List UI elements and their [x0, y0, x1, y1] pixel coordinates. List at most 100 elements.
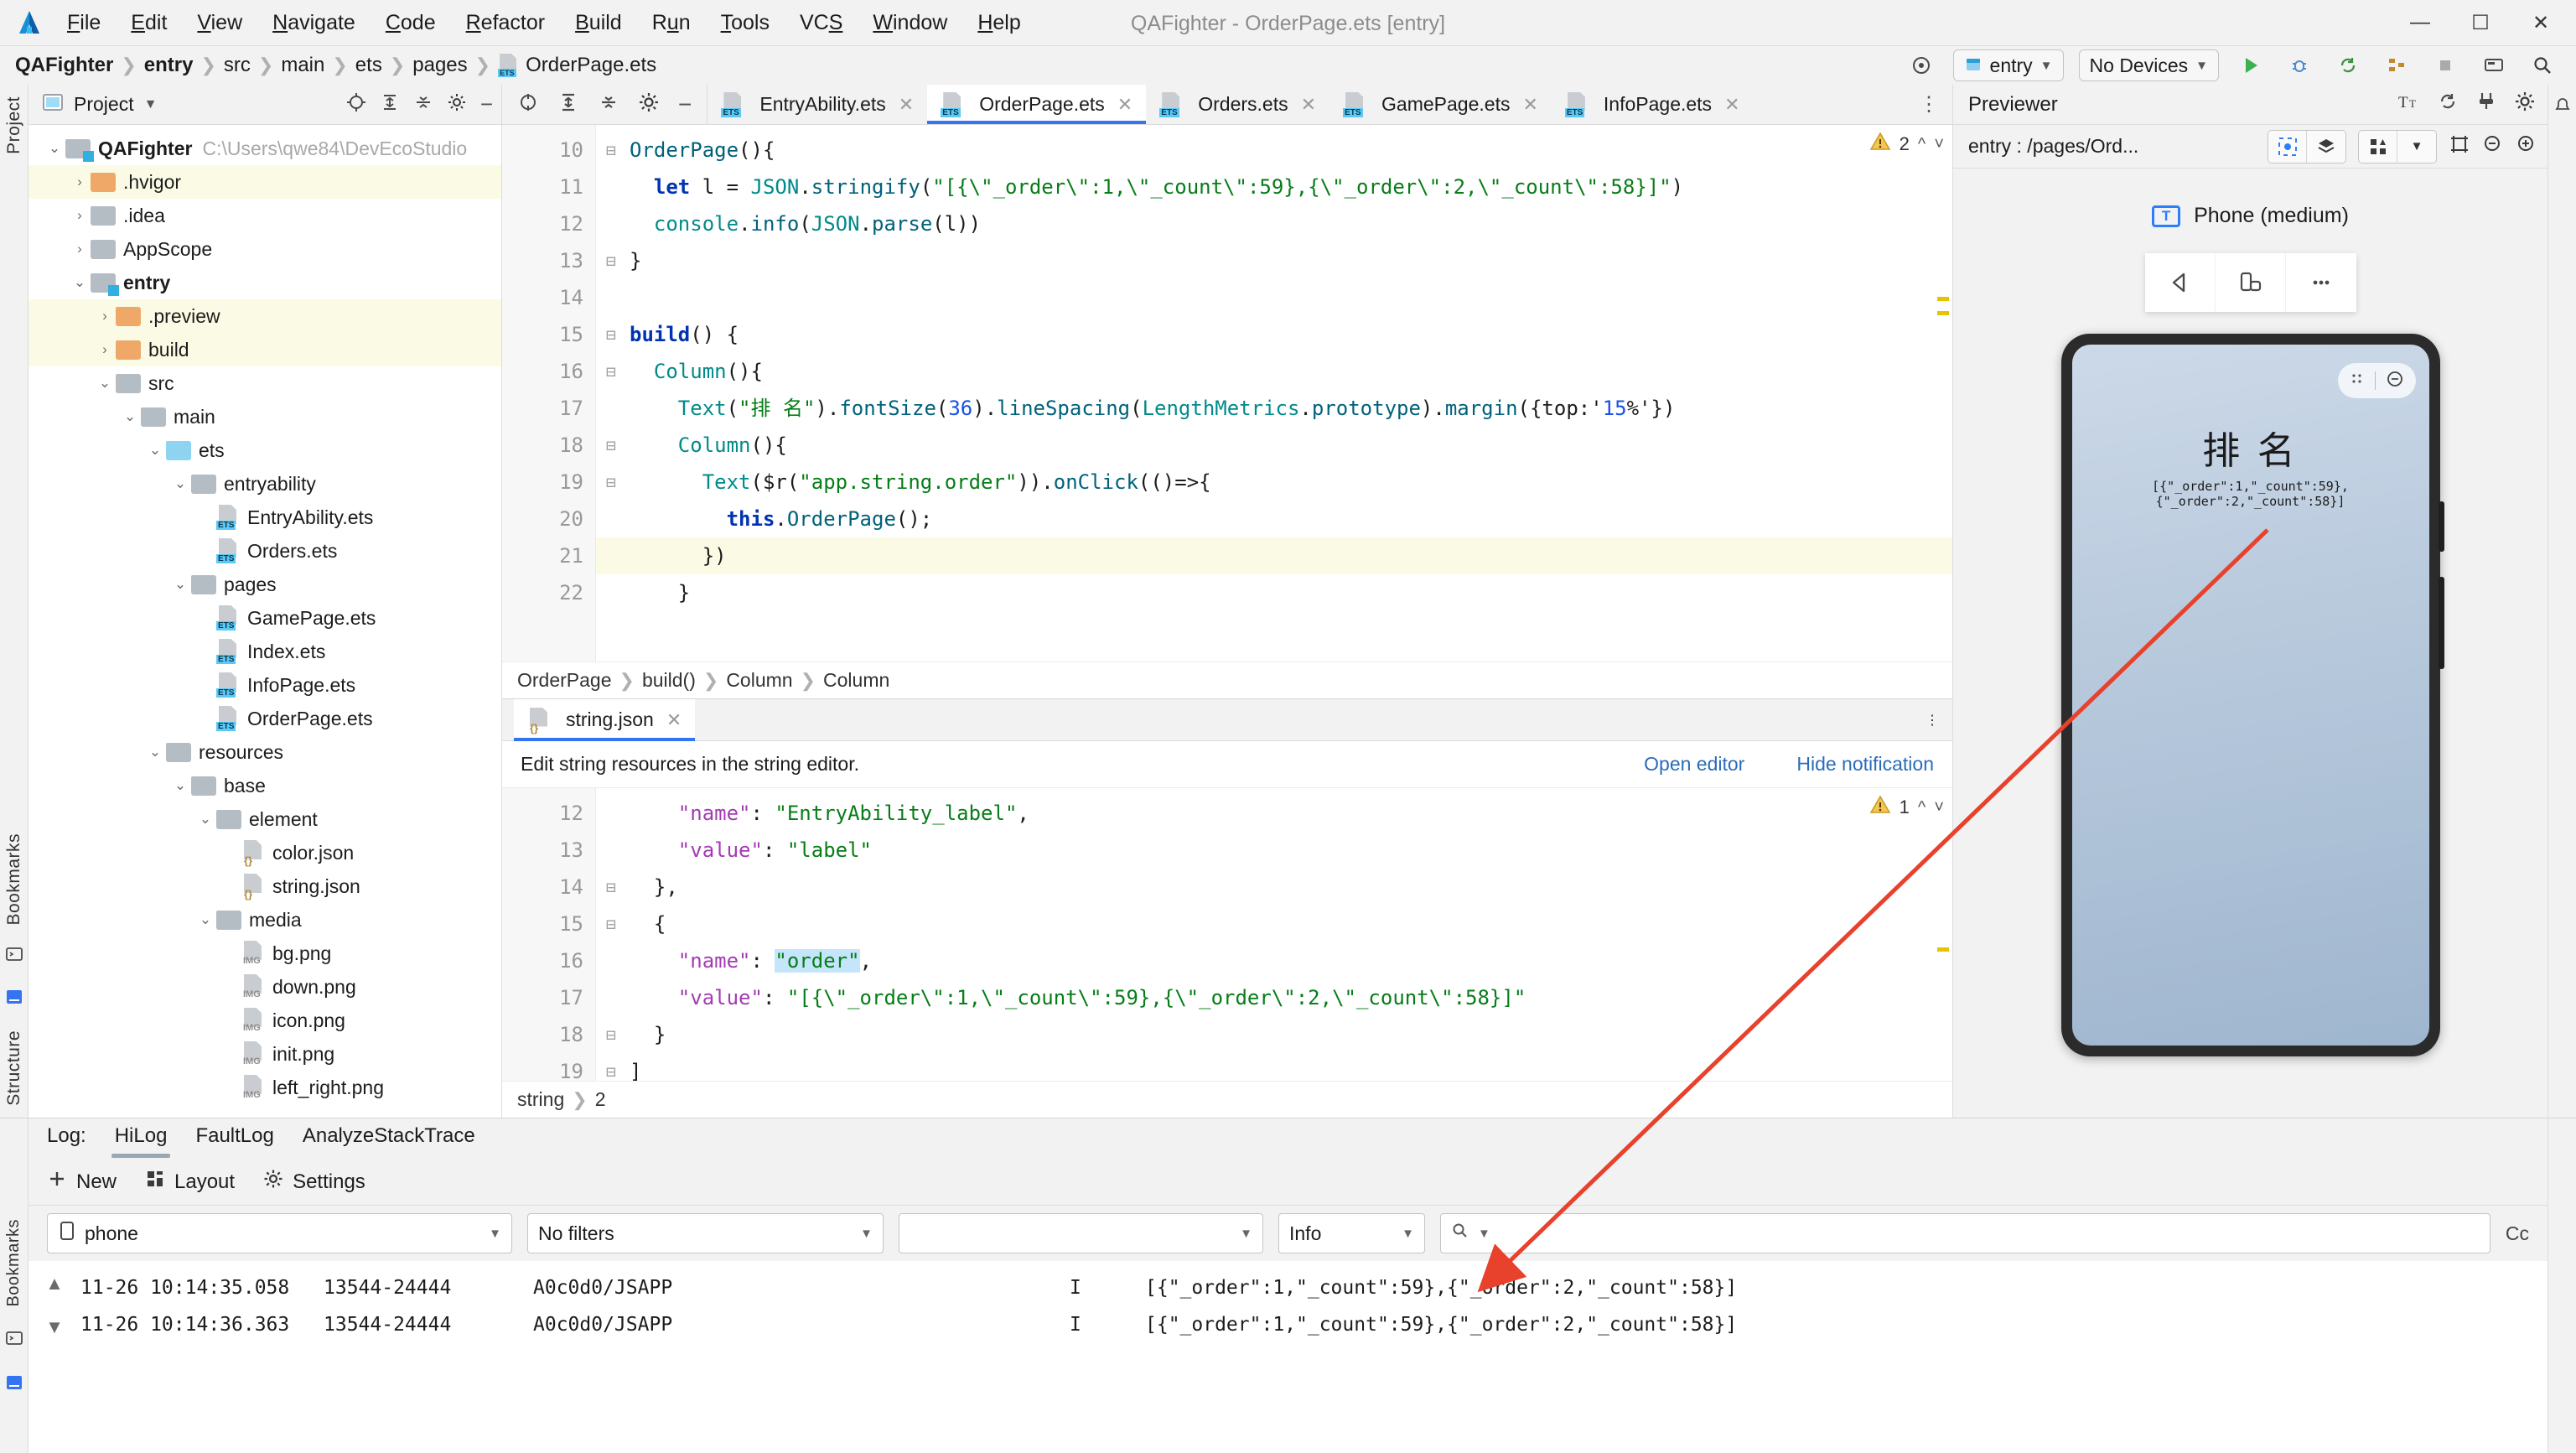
menu-navigate[interactable]: Navigate	[272, 11, 355, 35]
tree-item[interactable]: ⌄ base	[29, 769, 501, 802]
chevron-right-icon[interactable]: ›	[69, 207, 91, 224]
tree-item[interactable]: ETS Orders.ets	[29, 534, 501, 568]
code-lines[interactable]: OrderPage(){ let l = JSON.stringify("[{\…	[596, 125, 1952, 662]
chevron-down-icon[interactable]: ⌄	[169, 777, 191, 794]
tree-item[interactable]: › .preview	[29, 299, 501, 333]
json-code-line[interactable]: "value": "label"	[596, 832, 1952, 869]
menu-file[interactable]: File	[67, 11, 101, 35]
gear-icon[interactable]	[2514, 91, 2536, 118]
editor-tab[interactable]: ETS GamePage.ets ✕	[1329, 85, 1552, 124]
tree-item[interactable]: › build	[29, 333, 501, 366]
rail-structure-icon[interactable]	[5, 1373, 23, 1396]
menu-help[interactable]: Help	[977, 11, 1020, 35]
json-code-line[interactable]: "name": "EntryAbility_label",	[596, 795, 1952, 832]
rotate-device-button[interactable]	[2216, 253, 2286, 312]
tree-item[interactable]: › .idea	[29, 199, 501, 232]
close-tab-icon[interactable]: ✕	[1522, 94, 1537, 116]
close-tab-icon[interactable]: ✕	[1117, 94, 1133, 116]
tree-item[interactable]: ⌄ entry	[29, 266, 501, 299]
tree-item[interactable]: ⌄ resources	[29, 735, 501, 769]
close-tab-icon[interactable]: ✕	[1724, 94, 1739, 116]
zoom-in-icon[interactable]	[2516, 133, 2537, 160]
code-line[interactable]: })	[596, 537, 1952, 574]
log-search-input[interactable]: ▼	[1440, 1213, 2490, 1253]
rail-structure-icon[interactable]	[5, 988, 23, 1010]
chevron-right-icon[interactable]: ›	[94, 341, 116, 358]
chevron-down-icon[interactable]: ⌄	[94, 375, 116, 392]
open-file-tabs[interactable]: ETS EntryAbility.ets ✕ ETS OrderPage.ets ✕ ETS…	[707, 85, 1753, 124]
log-tab[interactable]: Log:	[47, 1124, 86, 1153]
level-select[interactable]: Info ▼	[1278, 1213, 1425, 1253]
chevron-down-icon[interactable]: ▼	[144, 97, 158, 112]
chevron-down-icon[interactable]: ⌄	[144, 744, 166, 760]
tree-item[interactable]: IMG left_right.png	[29, 1071, 501, 1104]
tree-item[interactable]: ⌄ pages	[29, 568, 501, 601]
json-code-view[interactable]: 12 13 14 ⊟ 15 ⊟ 16 17 18 ⊟ 19 ⊟ "name": "EntryAbili…	[502, 788, 1952, 1081]
project-tree[interactable]: ⌄ QAFighter C:\Users\qwe84\DevEcoStudio › .h…	[29, 125, 501, 1118]
chevron-down-icon[interactable]: ⌄	[44, 140, 65, 157]
close-button[interactable]: ✕	[2511, 0, 2571, 45]
menu-build[interactable]: Build	[575, 11, 622, 35]
prev-problem-icon[interactable]: ^	[1918, 135, 1926, 154]
code-line[interactable]: }	[596, 574, 1952, 611]
editor-tab[interactable]: ETS Orders.ets ✕	[1146, 85, 1329, 124]
breadcrumb-src[interactable]: src	[224, 54, 251, 77]
select-opened-file-icon[interactable]	[1905, 49, 1938, 81]
log-output[interactable]: ▲ ▼ 11-26 10:14:35.058 13544-24444 A0c0d0/…	[29, 1261, 2547, 1453]
chevron-down-icon[interactable]: ⌄	[194, 911, 216, 928]
chevron-down-icon[interactable]: ⌄	[194, 811, 216, 828]
tree-item[interactable]: ⌄ main	[29, 400, 501, 433]
maximize-button[interactable]: ☐	[2450, 0, 2511, 45]
device-manager-button[interactable]	[2477, 49, 2511, 81]
tree-item[interactable]: ⌄ entryability	[29, 467, 501, 501]
code-line[interactable]: }	[596, 242, 1952, 279]
code-line[interactable]: Column(){	[596, 353, 1952, 390]
json-code-line[interactable]: "value": "[{\"_order\":1,\"_count\":59},…	[596, 979, 1952, 1016]
inspector-icon[interactable]	[2268, 130, 2307, 163]
process-select[interactable]: ▼	[899, 1213, 1263, 1253]
json-crumb-1[interactable]: 2	[595, 1088, 606, 1111]
rail-structure-label[interactable]: Structure	[4, 1030, 24, 1106]
disconnect-icon[interactable]	[2475, 91, 2497, 118]
scroll-down-icon[interactable]: ▼	[45, 1316, 64, 1338]
chevron-down-icon[interactable]: ⌄	[144, 442, 166, 459]
phone-screen[interactable]: 排 名 [{"_order":1,"_count":59},{"_order":…	[2071, 345, 2429, 1046]
locate-file-icon[interactable]	[346, 92, 366, 117]
tree-item[interactable]: {} color.json	[29, 836, 501, 869]
tree-item[interactable]: IMG down.png	[29, 970, 501, 1004]
chevron-down-icon[interactable]: ▼	[2397, 130, 2436, 163]
json-crumb-0[interactable]: string	[517, 1088, 564, 1111]
minimize-button[interactable]: —	[2390, 0, 2450, 45]
structure-button[interactable]	[2380, 49, 2413, 81]
json-code-line[interactable]: }	[596, 1016, 1952, 1053]
tree-item[interactable]: ⌄ ets	[29, 433, 501, 467]
menu-tools[interactable]: Tools	[721, 11, 770, 35]
editor-tab[interactable]: ETS InfoPage.ets ✕	[1552, 85, 1754, 124]
search-icon[interactable]	[2526, 49, 2559, 81]
editor-tab[interactable]: ETS OrderPage.ets ✕	[927, 85, 1147, 124]
chevron-down-icon[interactable]: ⌄	[169, 475, 191, 492]
code-line[interactable]: this.OrderPage();	[596, 501, 1952, 537]
log-rows[interactable]: 11-26 10:14:35.058 13544-24444 A0c0d0/JSAP…	[80, 1261, 2547, 1453]
drag-handle-icon[interactable]	[2350, 371, 2365, 391]
tree-item[interactable]: {} string.json	[29, 869, 501, 903]
tree-item[interactable]: ETS InfoPage.ets	[29, 668, 501, 702]
sync-button[interactable]	[2331, 49, 2365, 81]
log-settings-button[interactable]: Settings	[263, 1169, 365, 1195]
floating-control-bar[interactable]	[2337, 363, 2416, 398]
rail-project-label[interactable]: Project	[4, 96, 24, 154]
device-filter-select[interactable]: phone ▼	[47, 1213, 512, 1253]
zoom-out-icon[interactable]	[2482, 133, 2504, 160]
close-tab-icon[interactable]: ✕	[1301, 94, 1316, 116]
debug-button[interactable]	[2283, 49, 2316, 81]
rail-bookmarks-label[interactable]: Bookmarks	[4, 833, 24, 926]
more-options-button[interactable]	[2286, 253, 2356, 312]
stop-button[interactable]	[2428, 49, 2462, 81]
tree-item[interactable]: IMG init.png	[29, 1037, 501, 1071]
run-configuration-selector[interactable]: entry ▼	[1952, 49, 2064, 81]
notifications-icon[interactable]	[2553, 96, 2572, 119]
tree-item[interactable]: IMG icon.png	[29, 1004, 501, 1037]
tab-string-json[interactable]: {} string.json ✕	[514, 698, 696, 741]
tree-item[interactable]: › AppScope	[29, 232, 501, 266]
collapse-all-icon[interactable]	[413, 92, 433, 117]
